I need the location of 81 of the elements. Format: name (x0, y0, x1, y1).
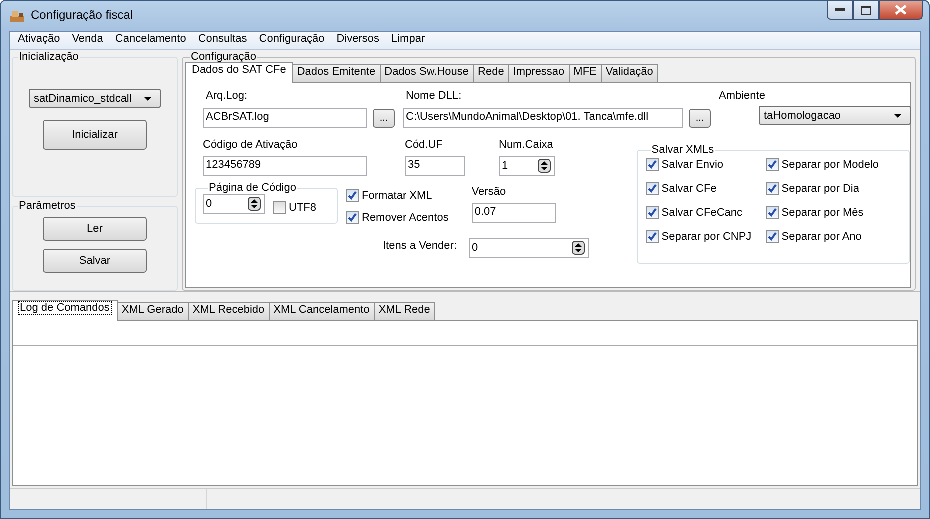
checkbox[interactable]: Formatar XML (346, 189, 449, 202)
browse-button[interactable]: ... (689, 109, 711, 128)
parameter-button[interactable]: Ler (43, 217, 147, 241)
checkbox[interactable]: Salvar Envio (646, 158, 766, 171)
parameter-button[interactable]: Salvar (43, 249, 147, 273)
close-button[interactable] (879, 1, 923, 20)
checkbox[interactable]: Separar por CNPJ (646, 230, 766, 243)
close-icon (895, 5, 907, 15)
menu-item[interactable]: Limpar (386, 32, 432, 49)
checkbox[interactable]: Salvar CFe (646, 182, 766, 195)
model-dropdown[interactable]: satDinamico_stdcall (29, 89, 161, 108)
menu-item[interactable]: Configuração (253, 32, 331, 49)
spin-arrows-icon (572, 241, 585, 255)
menu-item[interactable]: Cancelamento (109, 32, 192, 49)
input-field[interactable]: C:\Users\MundoAnimal\Desktop\01. Tanca\mfe.dll (403, 108, 683, 128)
environment-dropdown[interactable]: taHomologacao (759, 106, 911, 125)
input-field[interactable]: 123456789 (203, 156, 367, 176)
checkmark-icon (768, 160, 777, 169)
spin-field[interactable]: 0 (469, 238, 589, 258)
group-title: Inicialização (18, 51, 80, 63)
spin-arrows-icon (538, 159, 551, 173)
checkmark-icon (648, 160, 657, 169)
minimize-icon (835, 8, 845, 12)
checkmark-icon (648, 208, 657, 217)
checkbox[interactable]: Separar por Dia (766, 182, 896, 195)
checkmark-icon (768, 184, 777, 193)
input-field[interactable]: 35 (405, 156, 465, 176)
checkmark-icon (768, 208, 777, 217)
app-icon (9, 9, 25, 23)
tab[interactable]: XML Gerado (116, 302, 189, 320)
tab[interactable]: Log de Comandos (12, 300, 118, 321)
initialize-button[interactable]: Inicializar (43, 120, 147, 150)
checkbox[interactable]: Salvar CFeCanc (646, 206, 766, 219)
checkbox[interactable]: Remover Acentos (346, 211, 449, 224)
field-label: Versão (472, 186, 508, 200)
tab[interactable]: Dados Sw.House (380, 64, 474, 82)
checkmark-icon (648, 232, 657, 241)
tab[interactable]: Dados do SAT CFe (185, 62, 294, 83)
minimize-button[interactable] (827, 1, 853, 20)
tab[interactable]: XML Rede (374, 302, 436, 320)
checkbox[interactable]: Separar por Modelo (766, 158, 896, 171)
menu-item[interactable]: Ativação (12, 32, 66, 49)
window-title: Configuração fiscal (31, 8, 134, 22)
group-title: Parâmetros (18, 200, 77, 212)
checkbox[interactable]: UTF8 (273, 201, 316, 214)
tab[interactable]: Dados Emitente (292, 64, 381, 82)
spin-field[interactable]: 1 (499, 156, 555, 176)
tab[interactable]: MFE (568, 64, 602, 82)
tab[interactable]: Impressao (508, 64, 570, 82)
maximize-button[interactable] (853, 1, 879, 20)
input-field[interactable]: 0.07 (472, 203, 556, 223)
tab[interactable]: Rede (473, 64, 510, 82)
tab[interactable]: XML Cancelamento (268, 302, 375, 320)
tab[interactable]: XML Recebido (188, 302, 270, 320)
checkmark-icon (348, 191, 357, 200)
checkmark-icon (648, 184, 657, 193)
group-title: Configuração (190, 51, 258, 63)
field-label: Num.Caixa (499, 139, 554, 153)
maximize-icon (861, 6, 871, 14)
spin-arrows-icon (248, 197, 261, 211)
menu-item[interactable]: Venda (66, 32, 110, 49)
checkbox[interactable]: Separar por Ano (766, 230, 896, 243)
field-label: Arq.Log: (205, 90, 249, 104)
field-label: Itens a Vender: (383, 240, 457, 254)
tab[interactable]: Validação (600, 64, 658, 82)
field-label: Código de Ativação (203, 139, 299, 153)
group-title: Página de Código (208, 182, 298, 194)
input-field[interactable]: ACBrSAT.log (203, 108, 367, 128)
group-title: Salvar XMLs (650, 144, 716, 156)
field-label: Ambiente (719, 90, 766, 104)
menu-item[interactable]: Diversos (330, 32, 386, 49)
dropdown-arrow-icon (144, 96, 152, 100)
field-label: Nome DLL: (405, 90, 463, 104)
field-label: Cód.UF (405, 139, 444, 153)
dropdown-arrow-icon (894, 114, 902, 118)
browse-button[interactable]: ... (373, 109, 395, 128)
spin-field[interactable]: 0 (203, 194, 265, 214)
checkmark-icon (348, 213, 357, 222)
menu-item[interactable]: Consultas (192, 32, 254, 49)
checkmark-icon (768, 232, 777, 241)
checkbox[interactable]: Separar por Mês (766, 206, 896, 219)
